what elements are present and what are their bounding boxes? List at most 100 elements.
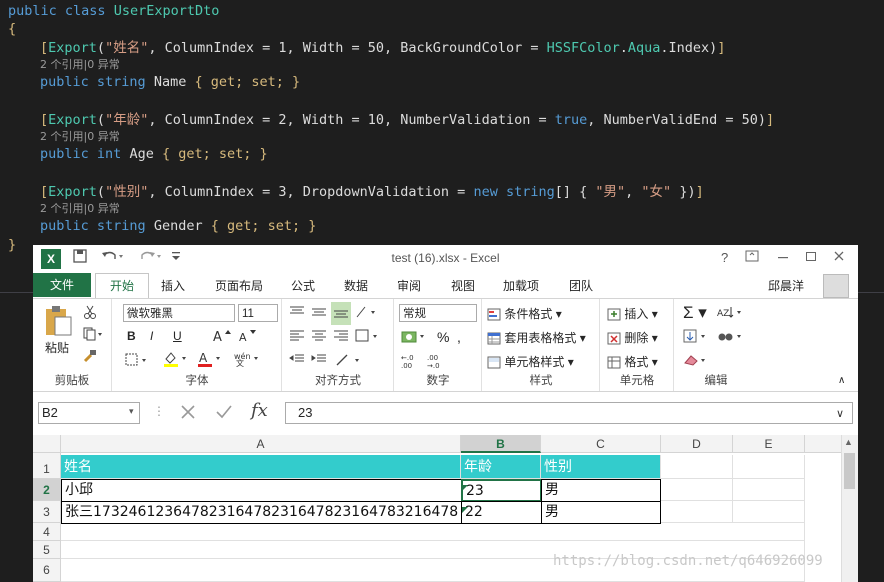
cell-b3[interactable]: 22	[461, 501, 542, 524]
cell-d3[interactable]	[661, 501, 733, 523]
cell-b2[interactable]: 23	[461, 479, 542, 502]
paste-label[interactable]: 粘贴	[45, 339, 69, 356]
tab-data[interactable]: 数据	[344, 277, 368, 294]
format-cells-button[interactable]: 格式 ▾	[607, 353, 658, 370]
cell-e2[interactable]	[733, 479, 805, 501]
ribbon-display-icon[interactable]	[745, 250, 759, 266]
align-right-icon[interactable]	[333, 329, 349, 346]
bold-button[interactable]: B	[127, 329, 136, 343]
row-4-cells[interactable]	[61, 523, 805, 541]
vertical-scroll-thumb[interactable]	[844, 453, 855, 489]
decrease-decimal-icon[interactable]: .00 →.0	[427, 353, 449, 372]
cell-styles-button[interactable]: 单元格样式 ▾	[487, 353, 574, 370]
close-icon[interactable]	[833, 250, 845, 266]
insert-function-icon[interactable]: fx	[251, 400, 268, 421]
format-as-table-button[interactable]: 套用表格格式 ▾	[487, 329, 586, 346]
reference-count-3[interactable]: 2 个引用|0 异常	[40, 202, 120, 216]
select-all-corner[interactable]	[33, 435, 61, 453]
increase-decimal-icon[interactable]: ←.0.00	[401, 353, 423, 372]
autosum-icon[interactable]: Σ ▾	[683, 303, 707, 323]
sort-filter-icon[interactable]: AZ	[717, 305, 743, 322]
borders-icon[interactable]	[125, 353, 149, 370]
font-name-select[interactable]: 微软雅黑	[123, 304, 235, 322]
increase-indent-icon[interactable]	[311, 353, 327, 370]
tab-insert[interactable]: 插入	[161, 277, 185, 294]
format-painter-icon[interactable]	[83, 349, 97, 366]
row-header-5[interactable]: 5	[33, 541, 61, 559]
orientation-icon[interactable]	[355, 305, 377, 322]
cut-icon[interactable]	[83, 305, 97, 322]
tab-file[interactable]: 文件	[33, 273, 91, 297]
name-box-dropdown-icon[interactable]: ▾	[129, 406, 134, 417]
cell-a1[interactable]: 姓名	[61, 455, 461, 479]
cell-d1[interactable]	[661, 455, 733, 479]
number-format-select[interactable]: 常规	[399, 304, 477, 322]
column-header-c[interactable]: C	[541, 435, 661, 453]
cell-d2[interactable]	[661, 479, 733, 501]
formula-input[interactable]: 23	[285, 402, 853, 424]
align-top-icon[interactable]	[289, 305, 305, 322]
tab-formulas[interactable]: 公式	[291, 277, 315, 294]
code-editor[interactable]: public class UserExportDto { [Export("姓名…	[0, 0, 884, 253]
align-bottom-icon[interactable]	[331, 302, 351, 325]
name-box[interactable]: B2	[38, 402, 140, 424]
cell-a2[interactable]: 小邱	[61, 479, 462, 502]
avatar[interactable]	[823, 274, 849, 298]
scroll-up-icon[interactable]: ▲	[844, 437, 853, 447]
reference-count-2[interactable]: 2 个引用|0 异常	[40, 130, 120, 144]
row-header-1[interactable]: 1	[33, 453, 61, 479]
excel-window[interactable]: X test (16).xlsx - Excel ? 插入 页面布局 公式 数据…	[33, 245, 858, 582]
cell-b1[interactable]: 年龄	[461, 455, 541, 479]
comma-style-icon[interactable]: ,	[457, 329, 461, 345]
row-header-6[interactable]: 6	[33, 559, 61, 582]
tab-view[interactable]: 视图	[451, 277, 475, 294]
conditional-formatting-button[interactable]: 条件格式 ▾	[487, 305, 562, 322]
fill-icon[interactable]	[683, 329, 709, 346]
cell-c1[interactable]: 性别	[541, 455, 661, 479]
underline-button[interactable]: U	[173, 329, 182, 343]
font-color-icon[interactable]: A	[197, 351, 223, 370]
cell-e3[interactable]	[733, 501, 805, 523]
clear-icon[interactable]	[683, 353, 709, 370]
reference-count-1[interactable]: 2 个引用|0 异常	[40, 58, 120, 72]
italic-button[interactable]: I	[150, 329, 153, 343]
user-name[interactable]: 邱晨洋	[768, 277, 804, 294]
collapse-ribbon-icon[interactable]: ∧	[838, 375, 845, 386]
decrease-indent-icon[interactable]	[289, 353, 305, 370]
column-header-b[interactable]: B	[461, 435, 541, 453]
cell-a3[interactable]: 张三17324612364782316478231647823164783216…	[61, 501, 462, 524]
cell-c3[interactable]: 男	[541, 501, 661, 524]
copy-icon[interactable]	[83, 327, 103, 344]
cell-e1[interactable]	[733, 455, 805, 479]
row-header-2[interactable]: 2	[33, 479, 61, 501]
align-left-icon[interactable]	[289, 329, 305, 346]
column-header-a[interactable]: A	[61, 435, 461, 453]
tab-home[interactable]: 开始	[95, 273, 149, 299]
paste-icon[interactable]	[43, 305, 73, 340]
text-direction-icon[interactable]	[335, 353, 361, 370]
cell-c2[interactable]: 男	[541, 479, 661, 502]
row-header-3[interactable]: 3	[33, 501, 61, 523]
column-header-e[interactable]: E	[733, 435, 805, 453]
tab-team[interactable]: 团队	[569, 277, 593, 294]
maximize-icon[interactable]	[805, 250, 817, 266]
align-middle-icon[interactable]	[311, 305, 327, 322]
font-size-select[interactable]: 11	[238, 304, 278, 322]
decrease-font-icon[interactable]: A	[239, 329, 259, 346]
delete-cells-button[interactable]: 删除 ▾	[607, 329, 658, 346]
insert-cells-button[interactable]: 插入 ▾	[607, 305, 658, 322]
expand-formula-bar-icon[interactable]: ∨	[836, 407, 844, 420]
align-center-icon[interactable]	[311, 329, 327, 346]
minimize-icon[interactable]	[777, 250, 789, 266]
row-header-4[interactable]: 4	[33, 523, 61, 541]
cancel-entry-icon[interactable]	[179, 403, 197, 424]
confirm-entry-icon[interactable]	[215, 403, 233, 424]
help-icon[interactable]: ?	[721, 250, 728, 265]
column-header-d[interactable]: D	[661, 435, 733, 453]
tab-review[interactable]: 审阅	[397, 277, 421, 294]
currency-icon[interactable]	[401, 329, 427, 348]
find-select-icon[interactable]	[717, 329, 743, 346]
wrap-text-icon[interactable]	[355, 329, 379, 346]
increase-font-icon[interactable]: A	[213, 329, 233, 346]
tab-page-layout[interactable]: 页面布局	[215, 277, 263, 294]
